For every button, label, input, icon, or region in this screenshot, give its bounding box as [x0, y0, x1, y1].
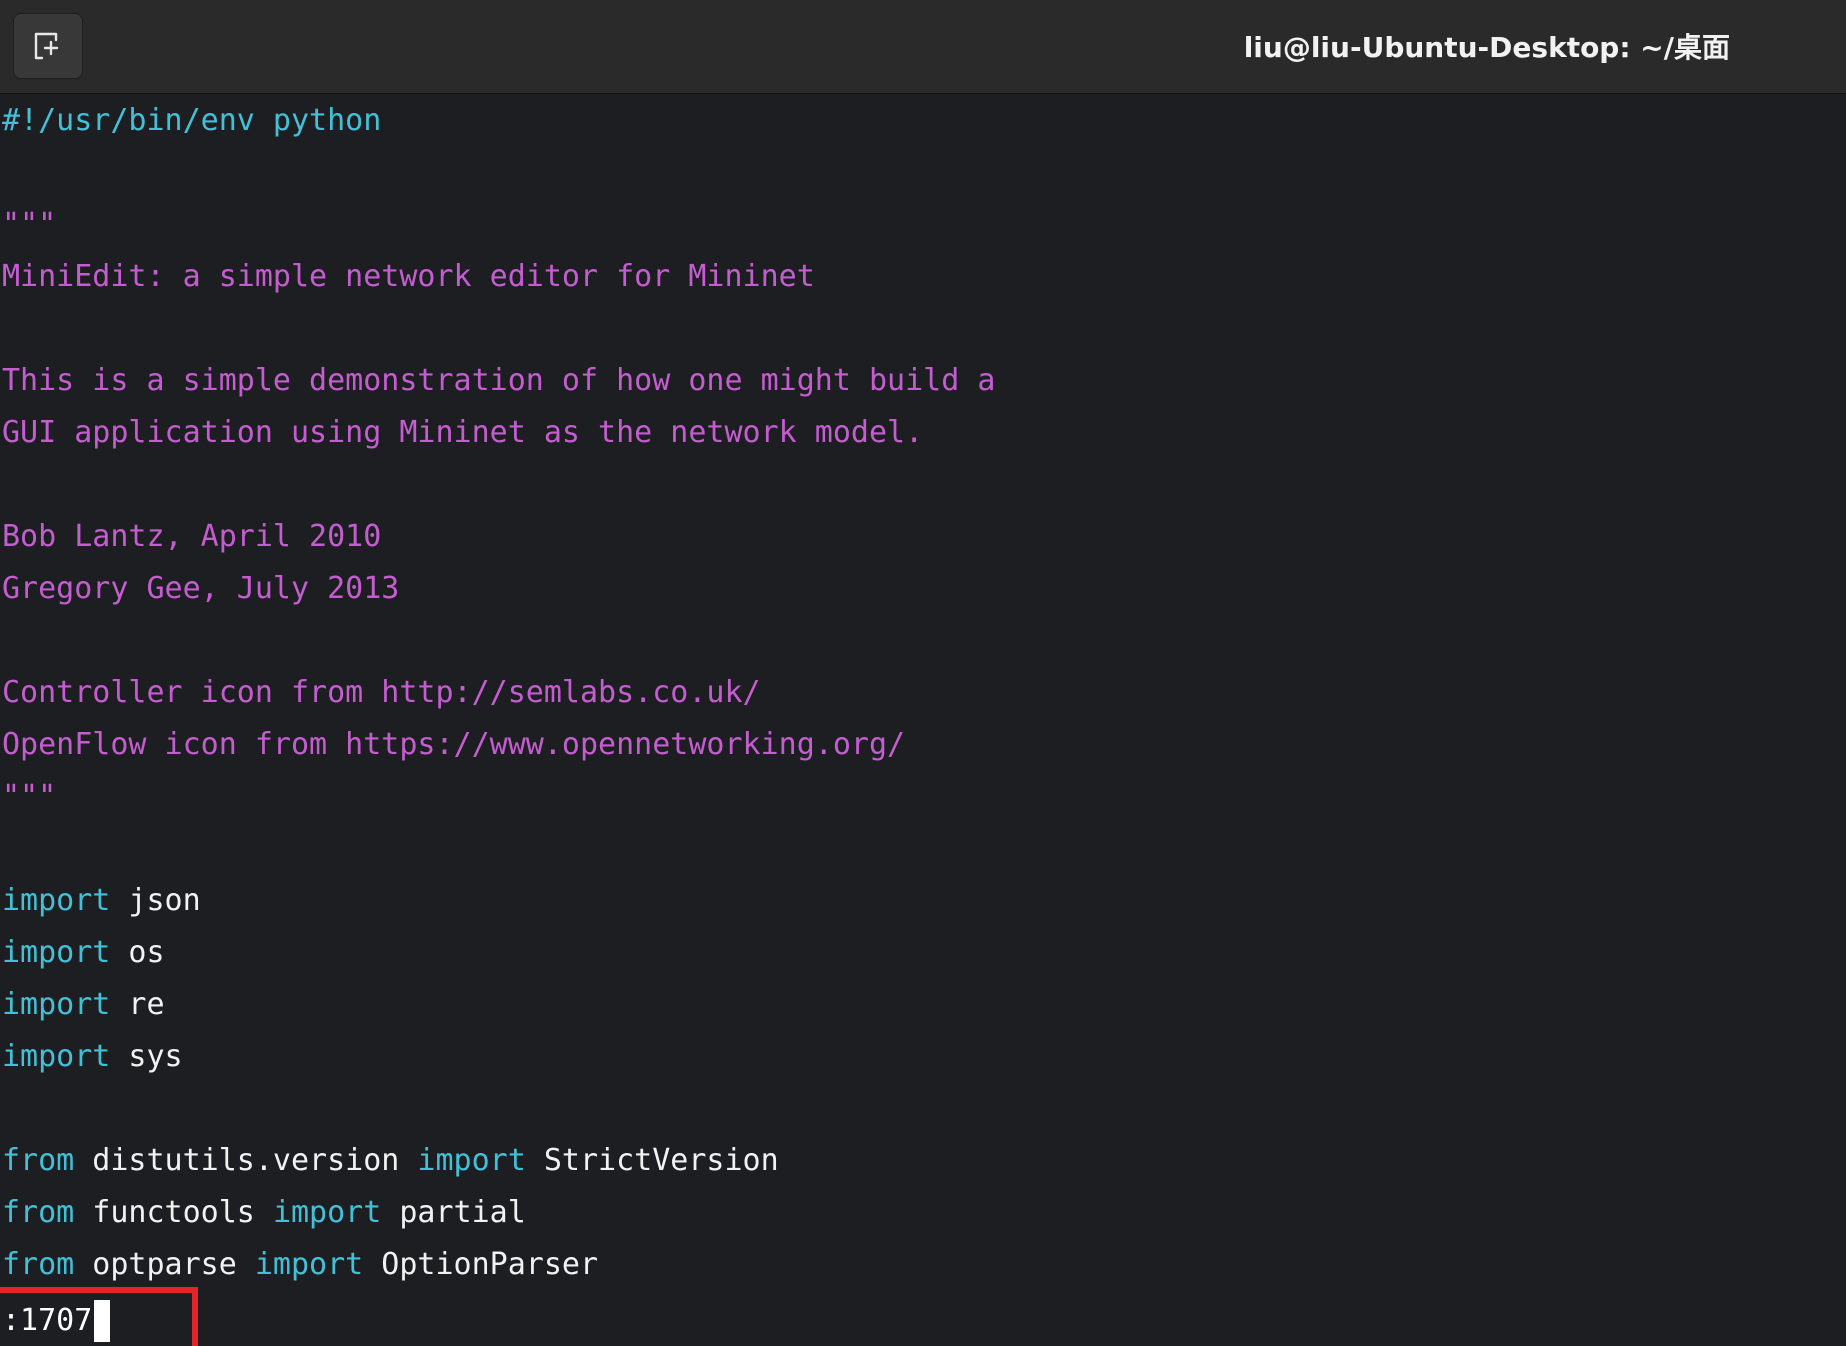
keyword: from	[2, 1143, 75, 1178]
command-text: :1707	[2, 1303, 93, 1338]
code-line: import sys	[2, 1031, 183, 1083]
new-tab-icon	[34, 32, 59, 60]
code-line: """	[2, 207, 57, 242]
code-line: This is a simple demonstration of how on…	[2, 363, 996, 398]
code-text: optparse	[74, 1247, 255, 1282]
code-line: from optparse import OptionParser	[2, 1239, 598, 1291]
code-line: """	[2, 779, 57, 814]
keyword: import	[2, 935, 111, 970]
keyword: import	[2, 1039, 111, 1074]
code-text: StrictVersion	[525, 1143, 779, 1178]
code-text: distutils.version	[74, 1143, 418, 1178]
code-line: Gregory Gee, July 2013	[2, 571, 400, 606]
terminal-window: liu@liu-Ubuntu-Desktop: ~/桌面 #!/usr/bin/…	[0, 0, 1846, 1346]
code-line: Controller icon from http://semlabs.co.u…	[2, 675, 761, 710]
keyword: import	[2, 883, 111, 918]
code-line: import re	[2, 979, 165, 1031]
vim-command-line[interactable]: :1707	[2, 1296, 111, 1346]
code-text: OptionParser	[363, 1247, 599, 1282]
code-line: #!/usr/bin/env python	[2, 103, 382, 138]
code-line: Bob Lantz, April 2010	[2, 519, 382, 554]
text-cursor	[94, 1300, 111, 1342]
code-text: os	[110, 935, 165, 970]
keyword: import	[272, 1195, 382, 1230]
code-line: from distutils.version import StrictVers…	[2, 1135, 779, 1187]
code-text: sys	[110, 1039, 183, 1074]
code-line: import json	[2, 875, 201, 927]
code-line: MiniEdit: a simple network editor for Mi…	[2, 259, 815, 294]
code-text: partial	[381, 1195, 526, 1230]
title-bar: liu@liu-Ubuntu-Desktop: ~/桌面	[0, 0, 1846, 94]
keyword: from	[2, 1195, 75, 1230]
code-line: OpenFlow icon from https://www.opennetwo…	[2, 727, 906, 762]
code-text: functools	[74, 1195, 273, 1230]
code-text: re	[110, 987, 165, 1022]
keyword: import	[254, 1247, 364, 1282]
new-tab-button[interactable]	[13, 13, 83, 79]
code-line: import os	[2, 927, 165, 979]
vim-editor[interactable]: #!/usr/bin/env python """ MiniEdit: a si…	[0, 95, 1846, 1346]
keyword: import	[417, 1143, 526, 1178]
keyword: import	[2, 987, 111, 1022]
code-text: json	[110, 883, 201, 918]
window-title: liu@liu-Ubuntu-Desktop: ~/桌面	[1243, 31, 1730, 64]
keyword: from	[2, 1247, 75, 1282]
code-line: GUI application using Mininet as the net…	[2, 415, 924, 450]
code-line: from functools import partial	[2, 1187, 526, 1239]
